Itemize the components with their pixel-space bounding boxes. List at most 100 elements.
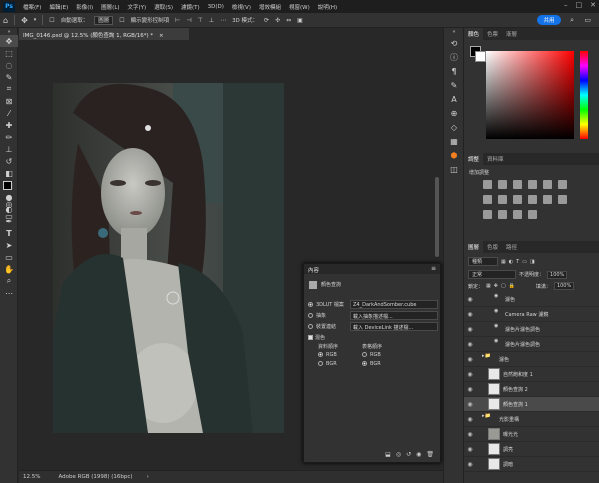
crop-tool-icon[interactable]: ⌗ [0,83,18,95]
minimize-icon[interactable]: – [564,1,568,9]
menu-type[interactable]: 文字(Y) [124,3,151,11]
filter-shape-icon[interactable]: ▭ [522,259,527,265]
hue-slider[interactable] [580,51,588,139]
menu-window[interactable]: 視窗(W) [285,3,314,11]
layer-row[interactable]: ◉ ▸📁 光影重構 [464,412,599,427]
workspace-icon[interactable]: ▭ [584,16,591,24]
home-icon[interactable]: ⌂ [3,16,8,25]
color-bg-swatch[interactable] [475,51,486,62]
visibility-eye-icon[interactable]: ◉ [464,386,476,393]
canvas-scrollbar[interactable] [435,177,439,257]
visibility-eye-icon[interactable]: ◉ [464,326,476,333]
tab-paths[interactable]: 路徑 [502,241,521,253]
move-tool-icon[interactable]: ✥ [21,16,28,25]
delete-icon[interactable]: 🗑 [426,451,434,458]
visibility-eye-icon[interactable]: ◉ [464,371,476,378]
tab-channels[interactable]: 色版 [483,241,502,253]
auto-select-dropdown[interactable]: 圖層 [94,15,114,25]
posterize-icon[interactable] [483,210,492,219]
close-tab-icon[interactable]: × [159,33,164,39]
close-window-icon[interactable]: ✕ [590,1,596,9]
filter-type-icon[interactable]: T [516,259,519,265]
selective-color-icon[interactable] [528,210,537,219]
menu-file[interactable]: 檔案(F) [19,3,45,11]
devicelink-radio[interactable]: 裝置連結 [308,323,336,330]
show-transform-checkbox[interactable]: ☐ [119,17,124,24]
dither-checkbox[interactable]: 混色 [308,334,325,341]
color-picker-field[interactable] [486,51,574,139]
menu-edit[interactable]: 編輯(E) [45,3,72,11]
tab-adjustments[interactable]: 調整 [464,153,484,165]
screen-mode-icon[interactable]: ▭ [0,210,18,222]
fill-value[interactable]: 100% [553,282,575,290]
tab-gradients[interactable]: 漸層 [502,28,521,40]
menu-plugins[interactable]: 增效模組 [255,3,285,11]
data-order-bgr-radio[interactable]: BGR [318,361,337,367]
align-right-icon[interactable]: ⊤ [198,17,203,24]
align-left-icon[interactable]: ⊢ [175,17,180,24]
share-button[interactable]: 共用 [537,15,561,25]
menu-help[interactable]: 說明(H) [314,3,341,11]
swatches-icon[interactable]: ▦ [444,134,464,148]
lock-pixels-icon[interactable]: ▦ [486,283,491,289]
visibility-icon[interactable]: ◉ [416,451,421,458]
lock-artboard-icon[interactable]: ▢ [501,283,506,289]
healing-brush-tool-icon[interactable]: ✚ [0,119,18,131]
foreground-color-swatch[interactable] [3,181,12,190]
layer-row[interactable]: ◉ 調亮 [464,442,599,457]
search-icon[interactable]: ⌕ [570,16,574,25]
layer-row[interactable]: ◉ ◉ 濾色片濾色調色 [464,337,599,352]
3d-scale-icon[interactable]: ▣ [297,17,303,24]
gradient-map-icon[interactable] [513,210,522,219]
vibrance-icon[interactable] [543,180,552,189]
history-icon[interactable]: ⟲ [444,36,464,50]
tab-libraries[interactable]: 資料庫 [483,153,508,165]
filter-pixel-icon[interactable]: ▦ [501,259,506,265]
move-tool-icon[interactable]: ✥ [0,35,18,47]
paragraph-icon[interactable]: ¶ [444,64,464,78]
visibility-eye-icon[interactable]: ◉ [464,431,476,438]
brush-settings-icon[interactable]: ✎ [444,78,464,92]
layer-row[interactable]: ◉ ◉ 濾色 [464,292,599,307]
navigator-icon[interactable]: ◇ [444,120,464,134]
view-previous-icon[interactable]: ◎ [396,451,401,458]
brightness-icon[interactable] [483,180,492,189]
curves-icon[interactable] [513,180,522,189]
more-options-icon[interactable]: ⋯ [220,17,226,24]
tab-layers[interactable]: 圖層 [464,241,484,253]
path-select-tool-icon[interactable]: ➤ [0,239,18,251]
collapse-icon[interactable]: » [0,28,18,35]
visibility-eye-icon[interactable]: ◉ [464,356,476,363]
menu-filter[interactable]: 濾鏡(T) [177,3,204,11]
exposure-icon[interactable] [528,180,537,189]
visibility-eye-icon[interactable]: ◉ [464,401,476,408]
black-white-icon[interactable] [498,195,507,204]
layer-comps-icon[interactable]: ◫ [444,162,464,176]
visibility-eye-icon[interactable]: ◉ [464,416,476,423]
eyedropper-tool-icon[interactable]: ⁄ [0,107,18,119]
status-arrow-icon[interactable]: › [147,474,149,480]
visibility-eye-icon[interactable]: ◉ [464,461,476,468]
lut3d-radio[interactable]: 3DLUT 檔案 [308,301,344,308]
kind-filter[interactable]: 種類 [468,257,498,266]
reset-icon[interactable]: ↺ [406,451,411,458]
data-order-rgb-radio[interactable]: RGB [318,352,337,358]
filter-adjust-icon[interactable]: ◐ [509,259,513,265]
clip-to-layer-icon[interactable]: ⬓ [385,451,391,458]
layer-row[interactable]: ◉ ◉ Camera Raw 濾鏡 [464,307,599,322]
abstract-radio[interactable]: 抽象 [308,312,326,319]
table-order-rgb-radio[interactable]: RGB [362,352,381,358]
table-order-bgr-radio[interactable]: BGR [362,361,381,367]
tab-swatches[interactable]: 色票 [483,28,502,40]
layer-row[interactable]: ◉ 曝光光 [464,427,599,442]
hue-saturation-icon[interactable] [558,180,567,189]
lock-all-icon[interactable]: 🔒 [509,283,515,289]
type-tool-icon[interactable]: T [0,227,18,239]
visibility-eye-icon[interactable]: ◉ [464,296,476,303]
devicelink-dropdown[interactable]: 載入 DeviceLink 描述檔... [350,322,438,331]
layer-row[interactable]: ◉ ▸📁 濾色 [464,352,599,367]
auto-select-checkbox[interactable]: ☐ [49,17,54,24]
layer-row[interactable]: ◉ 顏色查詢 1 [464,397,599,412]
lut3d-dropdown[interactable]: Z4_DarkAndSomber.cube [350,300,438,309]
info-icon[interactable]: ⓘ [444,50,464,64]
